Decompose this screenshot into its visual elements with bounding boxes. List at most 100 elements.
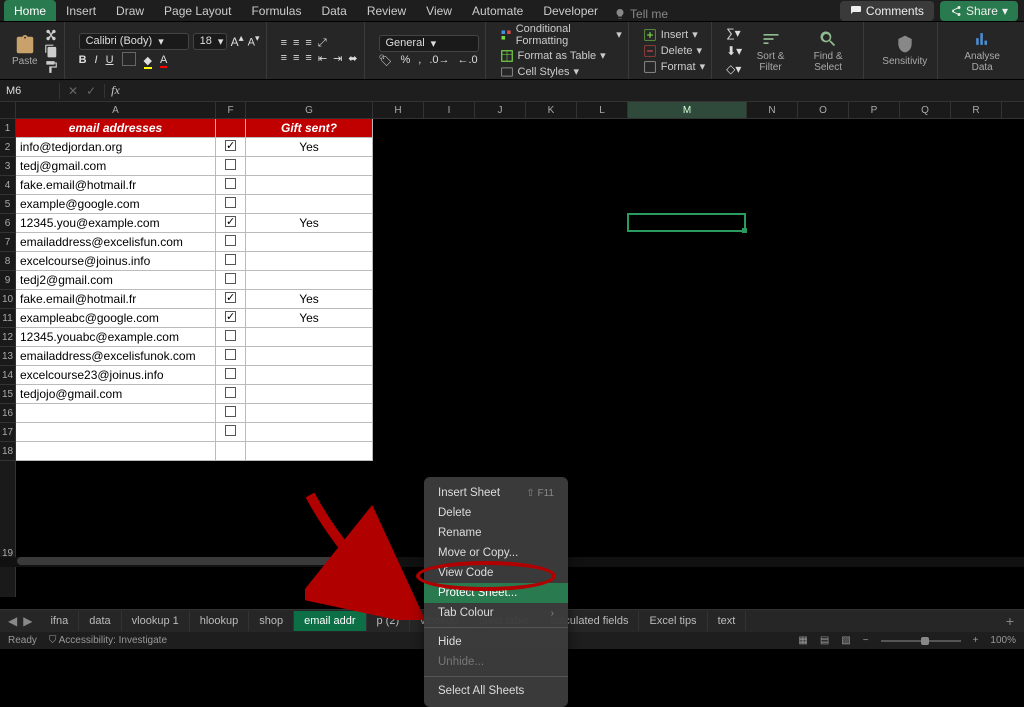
ctx-item[interactable]: Unhide... xyxy=(424,652,568,672)
fill-icon[interactable]: ⬇▾ xyxy=(726,44,742,58)
column-header[interactable]: P xyxy=(849,102,900,118)
tell-me-search[interactable]: Tell me xyxy=(614,7,668,21)
tab-nav-prev-icon[interactable]: ◀ xyxy=(8,614,17,628)
delete-cells-button[interactable]: Delete▾ xyxy=(643,44,705,58)
fx-icon[interactable]: fx xyxy=(105,83,126,98)
cancel-icon[interactable]: ✕ xyxy=(68,84,78,98)
decrease-decimal-icon[interactable]: ←.0 xyxy=(458,54,478,66)
align-middle-icon[interactable]: ≡ xyxy=(293,37,299,49)
sheet-tab[interactable]: shop xyxy=(249,611,294,631)
tab-home[interactable]: Home xyxy=(4,0,56,21)
conditional-formatting-button[interactable]: Conditional Formatting▾ xyxy=(500,23,622,47)
find-select-button[interactable]: Find & Select xyxy=(799,29,857,73)
sheet-tab[interactable]: hlookup xyxy=(190,611,250,631)
column-header[interactable]: R xyxy=(951,102,1002,118)
format-cells-button[interactable]: Format▾ xyxy=(643,60,705,74)
ctx-item[interactable]: Insert Sheet⇧ F11 xyxy=(424,483,568,503)
zoom-value[interactable]: 100% xyxy=(990,635,1016,646)
clear-icon[interactable]: ◇▾ xyxy=(726,62,742,76)
zoom-slider[interactable] xyxy=(881,640,961,642)
underline-button[interactable]: U xyxy=(106,54,114,66)
bold-button[interactable]: B xyxy=(79,54,87,66)
increase-decimal-icon[interactable]: .0→ xyxy=(429,54,449,66)
tab-insert[interactable]: Insert xyxy=(56,0,106,21)
sheet-tab[interactable]: Excel tips xyxy=(639,611,707,631)
sensitivity-button[interactable]: Sensitivity xyxy=(878,34,931,67)
indent-decrease-icon[interactable]: ⇤ xyxy=(318,52,327,65)
sort-filter-button[interactable]: Sort & Filter xyxy=(744,29,797,73)
font-size-select[interactable]: 18▾ xyxy=(193,33,227,50)
column-header[interactable]: M xyxy=(628,102,747,118)
tab-automate[interactable]: Automate xyxy=(462,0,533,21)
column-header[interactable]: F xyxy=(216,102,246,118)
sheet-tab[interactable]: vlookup 1 xyxy=(122,611,190,631)
column-header[interactable]: A xyxy=(16,102,216,118)
analyse-data-button[interactable]: Analyse Data xyxy=(952,29,1012,73)
zoom-in-icon[interactable]: + xyxy=(973,635,979,646)
shrink-font-icon[interactable]: A▾ xyxy=(248,33,260,49)
number-format-select[interactable]: General▾ xyxy=(379,35,479,52)
cut-icon[interactable] xyxy=(44,28,58,42)
column-header[interactable]: N xyxy=(747,102,798,118)
fill-color-button[interactable]: ◆ xyxy=(144,54,152,67)
ctx-item[interactable]: Rename xyxy=(424,523,568,543)
autosum-icon[interactable]: ∑▾ xyxy=(726,26,742,40)
align-top-icon[interactable]: ≡ xyxy=(281,37,287,49)
align-right-icon[interactable]: ≡ xyxy=(305,52,311,64)
scrollbar-thumb[interactable] xyxy=(17,557,397,565)
column-header[interactable]: K xyxy=(526,102,577,118)
tab-formulas[interactable]: Formulas xyxy=(241,0,311,21)
align-left-icon[interactable]: ≡ xyxy=(281,52,287,64)
column-header[interactable]: I xyxy=(424,102,475,118)
ctx-item[interactable]: View Code xyxy=(424,563,568,583)
ctx-item[interactable]: Move or Copy... xyxy=(424,543,568,563)
paste-button[interactable]: Paste xyxy=(12,34,38,67)
sheet-tab[interactable]: p (2) xyxy=(367,611,411,631)
ctx-item[interactable]: Tab Colour› xyxy=(424,603,568,623)
sheet-tab[interactable]: ifna xyxy=(40,611,79,631)
name-box[interactable]: M6 xyxy=(0,83,60,99)
comma-icon[interactable]: , xyxy=(418,54,421,66)
zoom-out-icon[interactable]: − xyxy=(863,635,869,646)
ctx-item[interactable]: Select All Sheets xyxy=(424,681,568,701)
italic-button[interactable]: I xyxy=(95,54,98,66)
orientation-icon[interactable]: ⤢ xyxy=(318,37,327,50)
comments-button[interactable]: Comments xyxy=(840,1,934,21)
sheet-tab[interactable]: text xyxy=(708,611,747,631)
sheet-tab[interactable]: data xyxy=(79,611,121,631)
indent-increase-icon[interactable]: ⇥ xyxy=(333,52,342,65)
align-bottom-icon[interactable]: ≡ xyxy=(305,37,311,49)
add-sheet-button[interactable]: + xyxy=(996,613,1024,629)
copy-icon[interactable] xyxy=(44,44,58,58)
column-header[interactable]: O xyxy=(798,102,849,118)
column-header[interactable]: J xyxy=(475,102,526,118)
format-as-table-button[interactable]: Format as Table▾ xyxy=(500,49,622,63)
select-all-corner[interactable] xyxy=(0,102,16,118)
column-header[interactable]: H xyxy=(373,102,424,118)
column-header[interactable]: L xyxy=(577,102,628,118)
accessibility-status[interactable]: ⛉ Accessibility: Investigate xyxy=(49,635,167,646)
merge-icon[interactable]: ⬌ xyxy=(348,52,357,65)
ctx-item[interactable]: Protect Sheet... xyxy=(424,583,568,603)
share-button[interactable]: Share ▾ xyxy=(940,1,1018,21)
view-normal-icon[interactable]: ▦ xyxy=(798,635,807,646)
border-button[interactable] xyxy=(122,52,136,69)
currency-icon[interactable]: 🏷 xyxy=(379,54,393,67)
align-center-icon[interactable]: ≡ xyxy=(293,52,299,64)
grow-font-icon[interactable]: A▴ xyxy=(231,33,244,49)
sheet-tab[interactable]: email addr xyxy=(294,611,366,631)
view-page-icon[interactable]: ▤ xyxy=(820,635,829,646)
ctx-item[interactable]: Delete xyxy=(424,503,568,523)
formula-input[interactable] xyxy=(126,83,1024,99)
insert-cells-button[interactable]: Insert▾ xyxy=(643,28,705,42)
tab-nav-next-icon[interactable]: ▶ xyxy=(23,614,32,628)
tab-data[interactable]: Data xyxy=(311,0,356,21)
tab-draw[interactable]: Draw xyxy=(106,0,154,21)
font-name-select[interactable]: Calibri (Body)▾ xyxy=(79,33,189,50)
ctx-item[interactable]: Hide xyxy=(424,632,568,652)
cell-styles-button[interactable]: Cell Styles▾ xyxy=(500,65,622,79)
tab-review[interactable]: Review xyxy=(357,0,416,21)
tab-page-layout[interactable]: Page Layout xyxy=(154,0,241,21)
tab-view[interactable]: View xyxy=(416,0,462,21)
font-color-button[interactable]: A xyxy=(160,54,167,66)
